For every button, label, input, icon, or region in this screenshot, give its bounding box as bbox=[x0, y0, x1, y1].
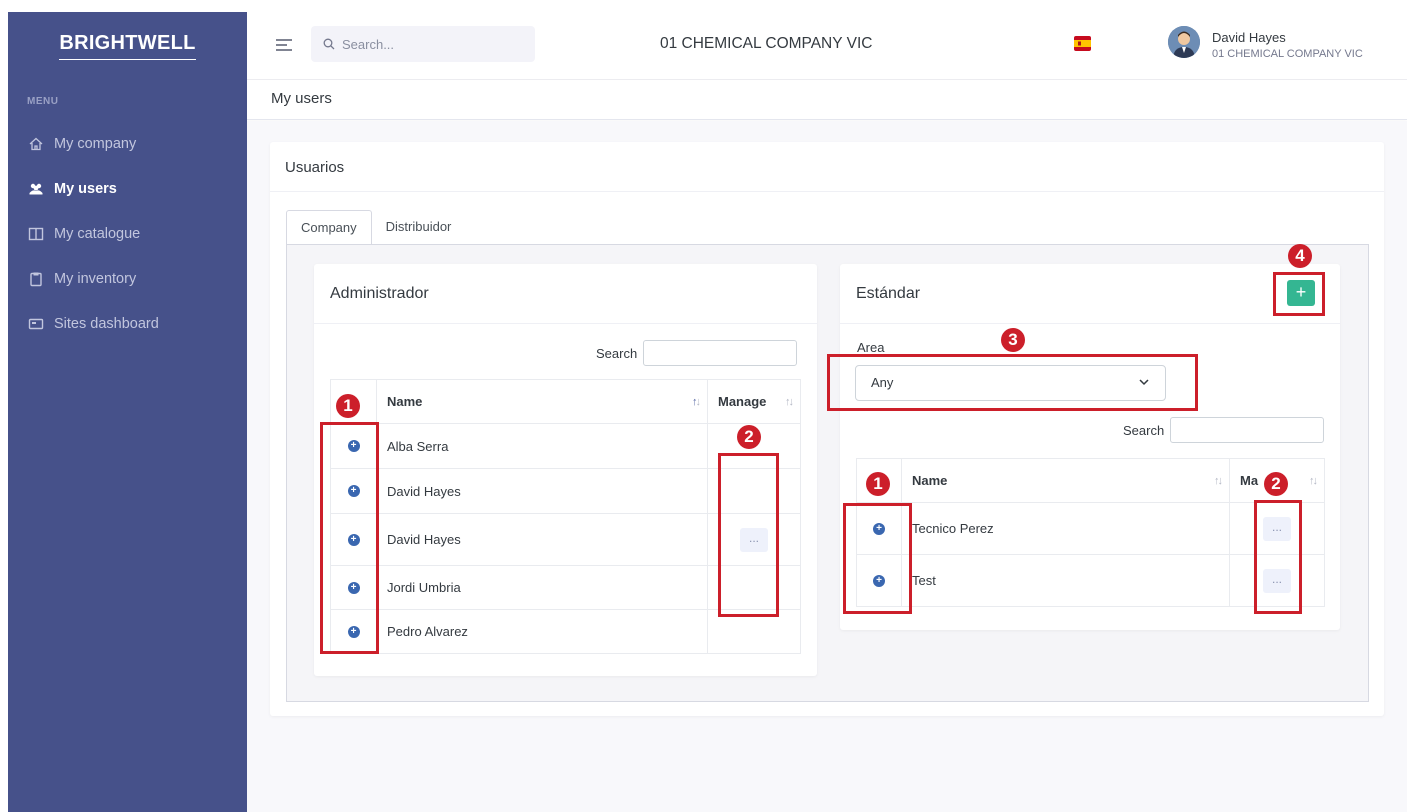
sidebar: BRIGHTWELL MENU My company My users My c… bbox=[8, 12, 247, 812]
manage-column-header[interactable]: Manage ↑↓ bbox=[707, 379, 801, 424]
manage-column-label: Ma bbox=[1240, 473, 1259, 488]
standard-search-input[interactable] bbox=[1170, 417, 1325, 443]
user-name-cell: Tecnico Perez bbox=[901, 502, 1230, 555]
user-name-cell: Alba Serra bbox=[376, 423, 708, 469]
standard-search: Search bbox=[1123, 417, 1325, 443]
annotation-box-4 bbox=[1273, 272, 1325, 316]
brand-area: BRIGHTWELL bbox=[8, 12, 247, 80]
annotation-badge-1: 1 bbox=[336, 394, 360, 418]
annotation-box-2-standard bbox=[1254, 500, 1302, 614]
spain-flag-icon[interactable] bbox=[1074, 36, 1091, 51]
sidebar-item-sites-dashboard[interactable]: Sites dashboard bbox=[8, 301, 247, 347]
sidebar-item-my-company[interactable]: My company bbox=[8, 121, 247, 167]
search-placeholder: Search... bbox=[342, 36, 395, 52]
sidebar-item-my-catalogue[interactable]: My catalogue bbox=[8, 211, 247, 257]
annotation-badge-2: 2 bbox=[1264, 472, 1288, 496]
annotation-badge-4: 4 bbox=[1288, 244, 1312, 268]
name-column-label: Name bbox=[387, 394, 423, 409]
admin-panel-title: Administrador bbox=[314, 264, 817, 324]
annotation-box-3 bbox=[827, 354, 1198, 411]
user-name-cell: Pedro Alvarez bbox=[376, 609, 708, 654]
standard-panel-title: Estándar bbox=[840, 264, 1340, 324]
search-icon bbox=[323, 38, 335, 50]
sidebar-item-my-users[interactable]: My users bbox=[8, 166, 247, 212]
sort-icon[interactable]: ↑↓ bbox=[785, 396, 794, 408]
user-name-cell: Jordi Umbria bbox=[376, 565, 708, 610]
home-icon bbox=[29, 137, 43, 151]
brand-logo[interactable]: BRIGHTWELL bbox=[59, 32, 196, 60]
name-column-header[interactable]: Name ↑↓ bbox=[376, 379, 708, 424]
page-title: My users bbox=[271, 90, 332, 107]
book-icon bbox=[28, 227, 44, 241]
tab-company[interactable]: Company bbox=[286, 210, 372, 245]
avatar[interactable] bbox=[1168, 26, 1200, 58]
sidebar-item-label: My company bbox=[54, 136, 137, 152]
annotation-badge-1: 1 bbox=[866, 472, 890, 496]
tab-bar: Company Distribuidor bbox=[286, 210, 466, 245]
company-title: 01 CHEMICAL COMPANY VIC bbox=[660, 35, 873, 52]
name-column-header[interactable]: Name ↑↓ bbox=[901, 458, 1230, 503]
sidebar-item-label: My users bbox=[54, 181, 117, 197]
table-header-row: Name ↑↓ Manage ↑↓ bbox=[330, 379, 801, 424]
annotation-badge-2: 2 bbox=[737, 425, 761, 449]
user-name[interactable]: David Hayes bbox=[1212, 30, 1286, 45]
search-input[interactable]: Search... bbox=[311, 26, 535, 62]
admin-search: Search bbox=[596, 340, 798, 366]
sort-icon[interactable]: ↑↓ bbox=[1309, 475, 1318, 487]
menu-toggle-icon[interactable] bbox=[276, 39, 292, 51]
standard-search-label: Search bbox=[1123, 422, 1165, 438]
tab-distribuidor[interactable]: Distribuidor bbox=[372, 210, 466, 244]
user-name-cell: David Hayes bbox=[376, 468, 708, 514]
sidebar-item-label: Sites dashboard bbox=[54, 316, 159, 332]
user-company: 01 CHEMICAL COMPANY VIC bbox=[1212, 48, 1363, 60]
name-column-label: Name bbox=[912, 473, 948, 488]
annotation-box-2-admin bbox=[718, 453, 779, 617]
sidebar-item-label: My catalogue bbox=[54, 226, 141, 242]
annotation-box-1-standard bbox=[843, 503, 912, 614]
sort-icon[interactable]: ↑↓ bbox=[1214, 475, 1223, 487]
sidebar-item-label: My inventory bbox=[54, 271, 137, 287]
sidebar-item-my-inventory[interactable]: My inventory bbox=[8, 256, 247, 302]
clipboard-icon bbox=[30, 272, 42, 287]
annotation-box-1-admin bbox=[320, 422, 379, 654]
card-title: Usuarios bbox=[270, 142, 1384, 192]
menu-title: MENU bbox=[27, 96, 59, 107]
admin-search-label: Search bbox=[596, 345, 638, 361]
topbar: Search... 01 CHEMICAL COMPANY VIC David … bbox=[247, 12, 1407, 80]
page-title-bar: My users bbox=[247, 80, 1407, 120]
table-header-row: Name ↑↓ Ma ↑↓ bbox=[856, 458, 1325, 503]
sort-icon[interactable]: ↑↓ bbox=[692, 396, 701, 408]
user-name-cell: Test bbox=[901, 554, 1230, 607]
users-icon bbox=[29, 183, 43, 195]
user-name-cell: David Hayes bbox=[376, 513, 708, 566]
dashboard-icon bbox=[28, 318, 44, 330]
annotation-badge-3: 3 bbox=[1001, 328, 1025, 352]
manage-column-label: Manage bbox=[718, 394, 767, 409]
admin-search-input[interactable] bbox=[643, 340, 798, 366]
area-label: Area bbox=[857, 340, 885, 355]
